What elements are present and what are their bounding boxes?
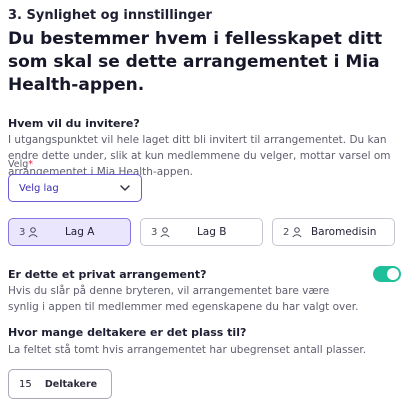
section-heading: 3. Synlighet og innstillinger bbox=[8, 8, 212, 23]
capacity-description: La feltet stå tomt hvis arrangementet ha… bbox=[8, 344, 367, 356]
team-card-baromedisin[interactable]: 2 Baromedisin bbox=[272, 218, 395, 246]
private-description: Hvis du slår på denne bryteren, vil arra… bbox=[8, 285, 359, 313]
select-label: Velg* bbox=[8, 159, 33, 170]
person-icon bbox=[160, 227, 170, 238]
select-label-text: Velg bbox=[8, 159, 29, 170]
visibility-settings-page: 3. Synlighet og innstillinger Du bestemm… bbox=[0, 0, 411, 411]
member-count: 3 bbox=[19, 226, 26, 238]
participants-value: 15 bbox=[19, 378, 32, 390]
page-title: Du bestemmer hvem i fellesskapet ditt so… bbox=[8, 29, 383, 95]
team-name: Lag A bbox=[64, 226, 95, 238]
private-question: Er dette et privat arrangement? bbox=[8, 268, 207, 281]
person-icon bbox=[292, 227, 302, 238]
invite-question: Hvem vil du invitere? bbox=[8, 117, 140, 130]
capacity-question: Hvor mange deltakere er det plass til? bbox=[8, 326, 247, 339]
team-name: Lag B bbox=[196, 226, 227, 238]
team-card-lag-b[interactable]: 3 Lag B bbox=[140, 218, 263, 246]
toggle-knob bbox=[387, 268, 399, 280]
private-toggle[interactable] bbox=[373, 266, 401, 282]
team-name: Baromedisin bbox=[310, 226, 377, 238]
team-select-dropdown[interactable]: Velg lag bbox=[8, 174, 142, 202]
team-card-lag-a[interactable]: 3 Lag A bbox=[8, 218, 131, 246]
person-icon bbox=[28, 227, 38, 238]
required-marker: * bbox=[28, 159, 34, 170]
participants-unit: Deltakere bbox=[44, 378, 98, 390]
team-select-value: Velg lag bbox=[19, 182, 59, 194]
member-count: 3 bbox=[151, 226, 158, 238]
member-count: 2 bbox=[283, 226, 290, 238]
participants-input[interactable]: 15 Deltakere bbox=[8, 369, 112, 399]
chevron-down-icon bbox=[120, 185, 130, 191]
invite-description: I utgangspunktet vil hele laget ditt bli… bbox=[8, 134, 391, 178]
